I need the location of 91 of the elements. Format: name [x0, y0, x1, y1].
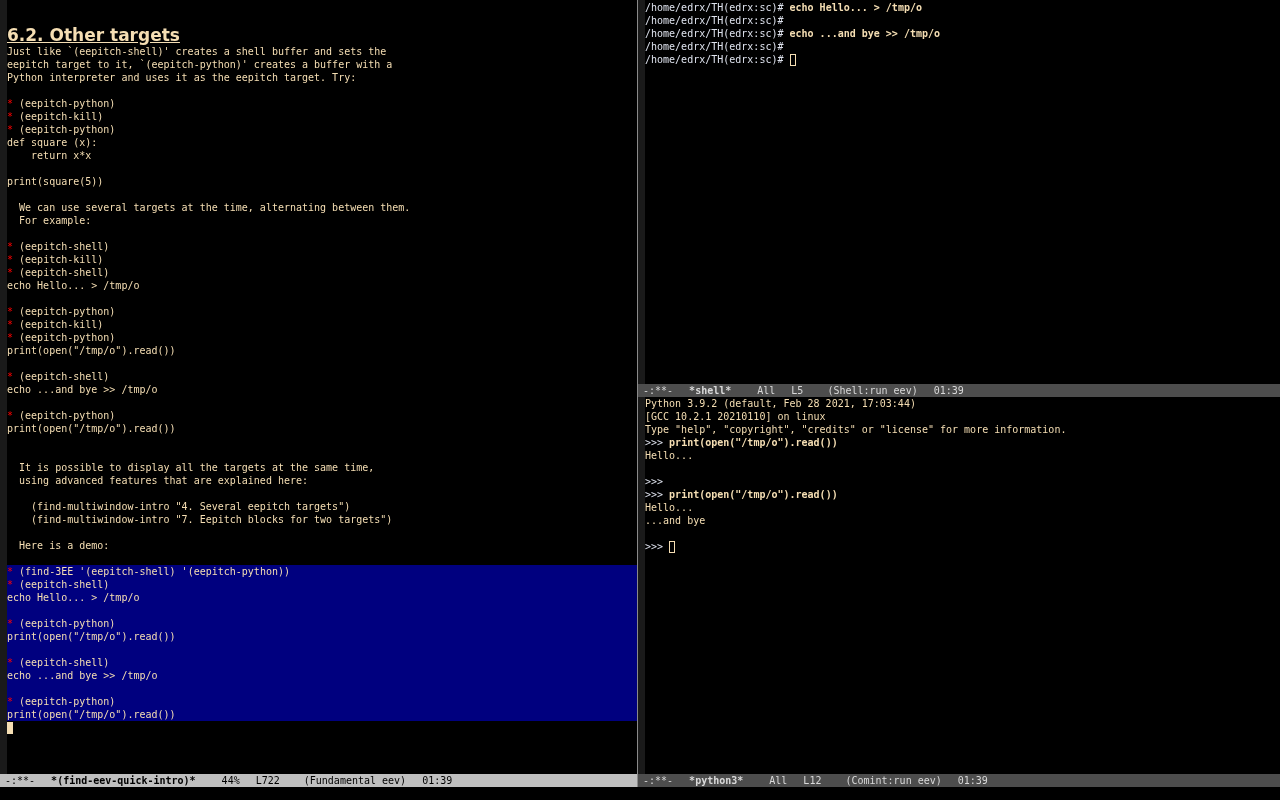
code-line: Just like `(eepitch-shell)' creates a shell buffer and sets the: [7, 46, 387, 57]
code-line: print(open("/tmp/o").read()): [7, 709, 176, 720]
code-line: Python interpreter and uses it as the eepitch target. Try:: [7, 72, 357, 83]
code-line: (find-multiwindow-intro "4. Several eepitch targets"): [30, 501, 351, 512]
major-mode: (Fundamental eev): [303, 774, 407, 787]
eepitch-line[interactable]: (eepitch-shell): [19, 241, 110, 252]
eepitch-line[interactable]: (eepitch-python): [19, 306, 116, 317]
bullet-mark: *: [7, 254, 14, 265]
output-line: Hello...: [645, 502, 694, 513]
buffer-name[interactable]: *shell*: [689, 384, 732, 397]
line-number: L12: [803, 774, 822, 787]
command-text: print(open("/tmp/o").read()): [669, 489, 838, 500]
code-line: echo ...and bye >> /tmp/o: [7, 384, 158, 395]
code-line: eepitch target to it, `(eepitch-python)' creates a buffer with a: [7, 59, 393, 70]
bullet-mark: *: [7, 306, 14, 317]
modified-status: -:**-: [643, 384, 674, 397]
bullet-mark: *: [7, 696, 14, 707]
output-line: [GCC 10.2.1 20210110] on linux: [645, 411, 826, 422]
code-line: Here is a demo:: [18, 540, 110, 551]
eepitch-line[interactable]: (eepitch-python): [19, 696, 116, 707]
code-line: return x*x: [30, 150, 92, 161]
eepitch-line[interactable]: (find-3EE '(eepitch-shell) '(eepitch-python)): [19, 566, 290, 577]
bullet-mark: *: [7, 371, 14, 382]
code-line: print(open("/tmp/o").read()): [7, 423, 176, 434]
clock-time: 01:39: [957, 774, 988, 787]
code-line: echo Hello... > /tmp/o: [7, 280, 140, 291]
eepitch-line[interactable]: (eepitch-python): [19, 332, 116, 343]
bullet-mark: *: [7, 111, 14, 122]
eepitch-line[interactable]: (eepitch-kill): [19, 319, 104, 330]
output-line: Type "help", "copyright", "credits" or "license" for more information.: [645, 424, 1067, 435]
code-line: We can use several targets at the time, alternating between them.: [18, 202, 411, 213]
buffer-name[interactable]: *(find-eev-quick-intro)*: [51, 774, 196, 787]
output-line: Hello...: [645, 450, 694, 461]
eepitch-line[interactable]: (eepitch-python): [19, 618, 116, 629]
output-line: ...and bye: [645, 515, 706, 526]
buffer-name[interactable]: *python3*: [689, 774, 744, 787]
command-text: print(open("/tmp/o").read()): [669, 437, 838, 448]
eepitch-line[interactable]: (eepitch-python): [19, 98, 116, 109]
bullet-mark: *: [7, 267, 14, 278]
line-number: L5: [791, 384, 804, 397]
code-line: using advanced features that are explained here:: [18, 475, 309, 486]
bullet-mark: *: [7, 410, 14, 421]
eepitch-line[interactable]: (eepitch-kill): [19, 254, 104, 265]
major-mode: (Comint:run eev): [845, 774, 942, 787]
eepitch-line[interactable]: (eepitch-shell): [19, 579, 110, 590]
buffer-position: All: [769, 774, 788, 787]
clock-time: 01:39: [422, 774, 453, 787]
clock-time: 01:39: [933, 384, 964, 397]
command-text: echo ...and bye >> /tmp/o: [789, 28, 941, 39]
code-line: def square (x):: [7, 137, 98, 148]
shell-prompt: >>>: [645, 489, 664, 500]
code-line: It is possible to display all the targets at the same time,: [18, 462, 375, 473]
bullet-mark: *: [7, 657, 14, 668]
code-line: echo Hello... > /tmp/o: [7, 592, 140, 603]
bullet-mark: *: [7, 124, 14, 135]
buffer-position: All: [757, 384, 776, 397]
output-line: Python 3.9.2 (default, Feb 28 2021, 17:03:44): [645, 398, 916, 409]
code-line: print(open("/tmp/o").read()): [7, 631, 176, 642]
eepitch-line[interactable]: (eepitch-python): [19, 124, 116, 135]
bullet-mark: *: [7, 579, 14, 590]
bullet-mark: *: [7, 332, 14, 343]
command-text: echo Hello... > /tmp/o: [789, 2, 922, 13]
bullet-mark: *: [7, 98, 14, 109]
eepitch-line[interactable]: (eepitch-kill): [19, 111, 104, 122]
major-mode: (Shell:run eev): [827, 384, 918, 397]
bullet-mark: *: [7, 618, 14, 629]
code-line: print(square(5)): [7, 176, 104, 187]
bullet-mark: *: [7, 241, 14, 252]
bullet-mark: *: [7, 566, 14, 577]
code-line: For example:: [18, 215, 92, 226]
buffer-position: 44%: [221, 774, 240, 787]
code-line: echo ...and bye >> /tmp/o: [7, 670, 158, 681]
shell-prompt: /home/edrx/TH(edrx:sc)#: [645, 2, 784, 13]
line-number: L722: [255, 774, 280, 787]
section-heading: 6.2. Other targets: [7, 25, 180, 45]
shell-prompt: >>>: [645, 541, 664, 552]
eepitch-line[interactable]: (eepitch-shell): [19, 371, 110, 382]
code-line: print(open("/tmp/o").read()): [7, 345, 176, 356]
shell-prompt: >>>: [645, 437, 664, 448]
code-line: (find-multiwindow-intro "7. Eepitch blocks for two targets"): [30, 514, 393, 525]
shell-prompt: /home/edrx/TH(edrx:sc)#: [645, 15, 784, 26]
modified-status: -:**-: [643, 774, 674, 787]
modified-status: -:**-: [5, 774, 36, 787]
shell-prompt: /home/edrx/TH(edrx:sc)#: [645, 28, 784, 39]
shell-prompt: >>>: [645, 476, 664, 487]
eepitch-line[interactable]: (eepitch-shell): [19, 267, 110, 278]
shell-prompt: /home/edrx/TH(edrx:sc)#: [645, 41, 784, 52]
eepitch-line[interactable]: (eepitch-shell): [19, 657, 110, 668]
eepitch-line[interactable]: (eepitch-python): [19, 410, 116, 421]
shell-prompt: /home/edrx/TH(edrx:sc)#: [645, 54, 784, 65]
bullet-mark: *: [7, 319, 14, 330]
